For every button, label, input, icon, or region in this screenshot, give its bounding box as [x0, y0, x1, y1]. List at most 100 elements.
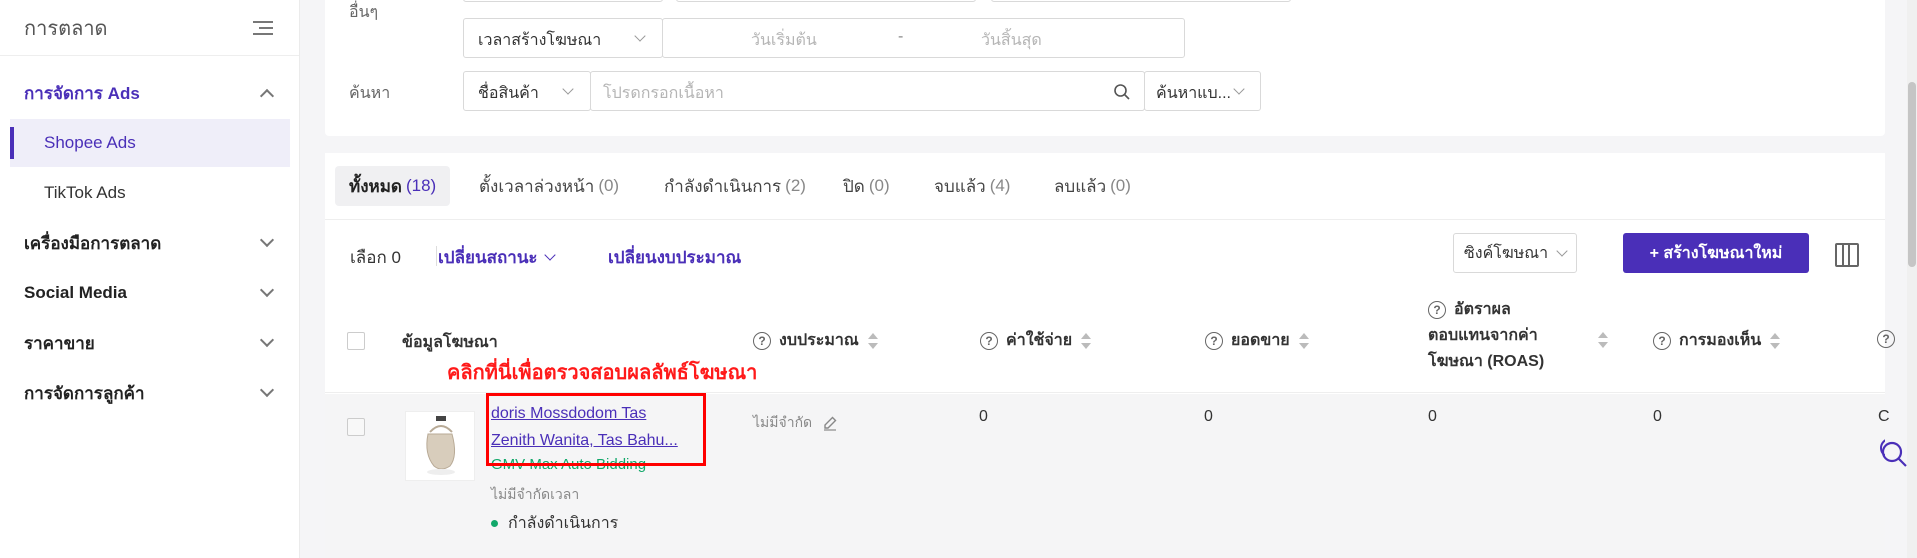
column-label: อัตราผล: [1454, 301, 1511, 318]
status-text: กำลังดำเนินการ: [508, 515, 619, 532]
cost-value: 0: [979, 408, 988, 425]
help-icon[interactable]: ?: [753, 331, 771, 350]
column-label: งบประมาณ: [779, 332, 859, 349]
sidebar-group-ads-management[interactable]: การจัดการ Ads: [0, 70, 300, 116]
roas-value: 0: [1428, 408, 1437, 425]
budget-value: ไม่มีจำกัด: [753, 412, 838, 434]
change-status-dropdown[interactable]: เปลี่ยนสถานะ: [438, 244, 556, 271]
sort-icon[interactable]: [1597, 331, 1609, 349]
change-budget-link[interactable]: เปลี่ยนงบประมาณ: [608, 244, 741, 271]
sort-icon[interactable]: [1769, 332, 1781, 350]
filter-select-partial[interactable]: [676, 0, 976, 2]
row-checkbox[interactable]: [347, 418, 365, 436]
selected-count: เลือก 0: [350, 248, 401, 267]
sidebar-group-label: การจัดการ Ads: [24, 83, 140, 103]
search-field-select[interactable]: ชื่อสินค้า: [463, 71, 591, 111]
change-status-label: เปลี่ยนสถานะ: [438, 248, 538, 267]
tab-deleted[interactable]: ลบแล้ว (0): [1054, 166, 1131, 206]
tab-all[interactable]: ทั้งหมด (18): [335, 166, 451, 206]
column-label: ตอบแทนจากค่า: [1428, 327, 1538, 344]
toolbar-divider: [436, 246, 437, 266]
tab-closed[interactable]: ปิด (0): [843, 166, 890, 206]
ad-duration: ไม่มีจำกัดเวลา: [491, 486, 580, 502]
sidebar-group-label: ราคาขาย: [24, 333, 95, 353]
help-icon[interactable]: ?: [1877, 330, 1895, 348]
time-type-select[interactable]: เวลาสร้างโฆษณา: [463, 18, 663, 58]
sidebar-item-tiktok-ads[interactable]: TikTok Ads: [10, 169, 290, 217]
product-thumbnail: [405, 411, 475, 481]
tab-label: ทั้งหมด: [349, 176, 402, 196]
tab-label: กำลังดำเนินการ: [664, 176, 782, 196]
filter-select-partial[interactable]: [463, 0, 663, 2]
tab-count: (4): [989, 176, 1011, 195]
select-all-checkbox[interactable]: [347, 332, 365, 350]
filter-panel: อื่นๆ เวลาสร้างโฆษณา วันเริ่มต้น - วันสิ…: [325, 0, 1885, 136]
column-label: ข้อมูลโฆษณา: [402, 334, 498, 351]
tab-running[interactable]: กำลังดำเนินการ (2): [664, 166, 806, 206]
search-field-value: ชื่อสินค้า: [478, 85, 539, 102]
sidebar-group-label: เครื่องมือการตลาด: [24, 233, 162, 253]
sidebar-group-customer-management[interactable]: การจัดการลูกค้า: [0, 370, 300, 416]
sidebar-group-marketing-tools[interactable]: เครื่องมือการตลาด: [0, 220, 300, 266]
ad-status: กำลังดำเนินการ: [491, 511, 618, 536]
tab-ended[interactable]: จบแล้ว (4): [934, 166, 1010, 206]
create-ad-button[interactable]: + สร้างโฆษณาใหม่: [1623, 233, 1809, 273]
scrollbar-thumb[interactable]: [1908, 82, 1916, 267]
sort-icon[interactable]: [1298, 332, 1310, 350]
status-dot-icon: [491, 520, 498, 527]
column-settings-icon[interactable]: [1835, 243, 1859, 267]
search-icon[interactable]: [1113, 83, 1131, 101]
floating-search-icon[interactable]: [1880, 440, 1910, 470]
tab-count: (18): [405, 176, 437, 195]
edit-icon[interactable]: [822, 415, 838, 431]
sync-ads-button[interactable]: ซิงค์โฆษณา: [1453, 233, 1577, 273]
search-mode-value: ค้นหาแบ...: [1156, 85, 1231, 102]
sort-icon[interactable]: [867, 332, 879, 350]
help-icon[interactable]: ?: [1205, 331, 1223, 350]
budget-text: ไม่มีจำกัด: [753, 414, 813, 430]
filter-select-partial[interactable]: [991, 0, 1291, 2]
sort-icon[interactable]: [1080, 332, 1092, 350]
chevron-down-icon: [543, 249, 556, 261]
sidebar-title: การตลาด: [24, 17, 108, 40]
column-cost[interactable]: ? ค่าใช้จ่าย: [980, 328, 1092, 353]
column-sales[interactable]: ? ยอดขาย: [1205, 328, 1310, 353]
column-label: ยอดขาย: [1231, 332, 1290, 349]
sidebar-group-social-media[interactable]: Social Media: [0, 270, 300, 316]
search-input[interactable]: โปรดกรอกเนื้อหา: [590, 71, 1145, 111]
tab-scheduled[interactable]: ตั้งเวลาล่วงหน้า (0): [479, 166, 619, 206]
tab-label: ปิด: [843, 176, 865, 196]
tab-count: (0): [1110, 176, 1131, 195]
chevron-down-icon: [259, 232, 275, 248]
date-range-picker[interactable]: วันเริ่มต้น - วันสิ้นสุด: [662, 18, 1185, 58]
sales-value: 0: [1204, 408, 1213, 425]
date-separator: -: [898, 28, 904, 45]
tab-label: ตั้งเวลาล่วงหน้า: [479, 176, 595, 196]
help-icon[interactable]: ?: [1653, 331, 1671, 350]
collapse-sidebar-icon[interactable]: [253, 19, 275, 37]
chevron-down-icon: [1233, 83, 1245, 95]
start-date-input[interactable]: วันเริ่มต้น: [751, 28, 817, 53]
roas-title-row: ? อัตราผล: [1428, 297, 1511, 323]
sidebar-group-pricing[interactable]: ราคาขาย: [0, 320, 300, 366]
sidebar-group-label: Social Media: [24, 283, 127, 302]
chevron-down-icon: [259, 282, 275, 298]
column-roas[interactable]: ? อัตราผล ตอบแทนจากค่า โฆษณา (ROAS): [1428, 297, 1544, 375]
sidebar-item-label: TikTok Ads: [44, 183, 126, 202]
tab-label: ลบแล้ว: [1054, 176, 1107, 196]
column-impressions[interactable]: ? การมองเห็น: [1653, 328, 1781, 353]
tab-count: (0): [868, 176, 890, 195]
column-ad-info: ข้อมูลโฆษณา: [402, 330, 498, 355]
column-budget[interactable]: ? งบประมาณ: [753, 328, 879, 353]
chevron-down-icon: [259, 382, 275, 398]
sidebar-item-label: Shopee Ads: [44, 133, 136, 152]
help-icon[interactable]: ?: [980, 331, 998, 350]
search-mode-select[interactable]: ค้นหาแบ...: [1144, 71, 1261, 111]
page-scrollbar[interactable]: [1907, 0, 1917, 558]
search-label: ค้นหา: [349, 85, 391, 102]
sidebar-item-shopee-ads[interactable]: Shopee Ads: [10, 119, 290, 167]
help-icon[interactable]: ?: [1428, 301, 1446, 319]
tab-count: (0): [598, 176, 620, 195]
end-date-input[interactable]: วันสิ้นสุด: [981, 28, 1042, 53]
other-filter-label: อื่นๆ: [349, 4, 379, 21]
